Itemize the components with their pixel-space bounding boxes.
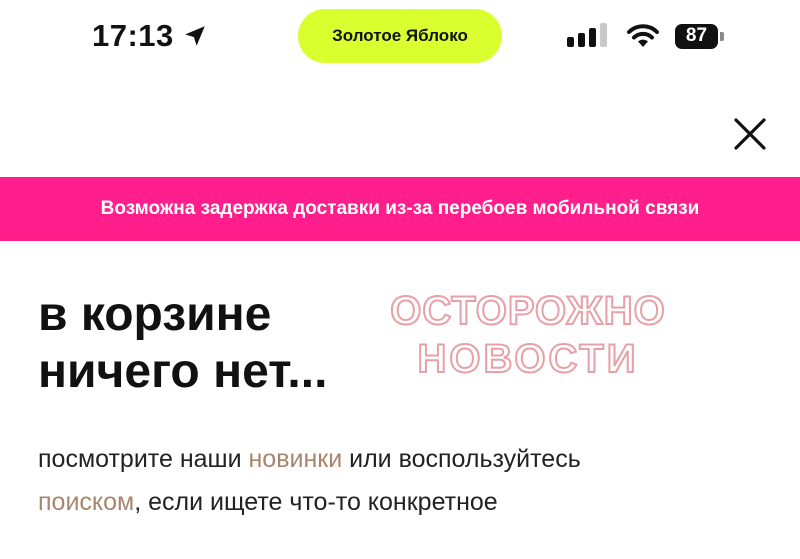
location-arrow-icon <box>185 26 205 46</box>
search-link[interactable]: поиском <box>38 488 134 516</box>
delivery-warning-banner: Возможна задержка доставки из-за перебое… <box>0 177 800 241</box>
watermark-line-2: НОВОСТИ <box>417 337 638 378</box>
wifi-icon <box>627 24 659 47</box>
dynamic-island-label[interactable]: Золотое Яблоко <box>298 9 502 63</box>
banner-text: Возможна задержка доставки из-за перебое… <box>100 198 700 219</box>
status-icons: 87 <box>566 20 724 52</box>
message-text-2: или воспользуйтесь <box>342 445 581 473</box>
dynamic-island-text: Золотое Яблоко <box>332 26 468 45</box>
close-icon[interactable] <box>730 114 770 154</box>
empty-cart-message: посмотрите наши новинки или воспользуйте… <box>38 438 778 524</box>
status-time: 17:13 <box>92 18 208 54</box>
message-text-3: , если ищете что-то конкретное <box>134 488 498 516</box>
new-arrivals-link[interactable]: новинки <box>249 445 343 473</box>
cellular-signal-icon <box>567 23 607 47</box>
battery-tip <box>720 31 724 41</box>
battery-indicator: 87 <box>675 23 724 49</box>
battery-level: 87 <box>675 23 718 49</box>
watermark-line-1: ОСТОРОЖНО <box>390 289 665 333</box>
status-bar: 17:13 Золотое Яблоко 87 <box>0 0 800 75</box>
watermark-logo: ОСТОРОЖНО НОВОСТИ <box>389 288 665 378</box>
message-text-1: посмотрите наши <box>38 445 249 473</box>
time-label: 17:13 <box>92 18 174 53</box>
